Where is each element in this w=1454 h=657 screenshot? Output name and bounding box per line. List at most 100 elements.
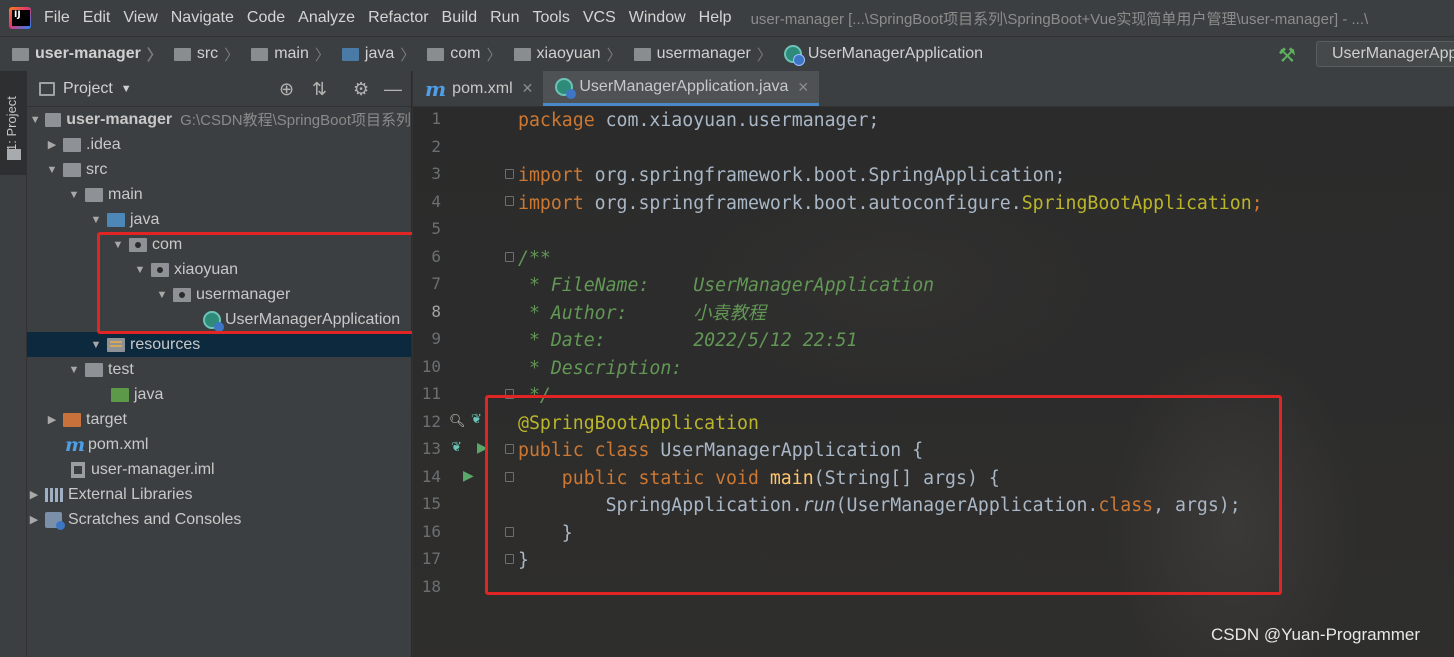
chevron-down-icon[interactable]: ▼ xyxy=(89,339,103,351)
breadcrumb-main[interactable]: main 〉 xyxy=(239,44,330,65)
chevron-down-icon[interactable]: ▼ xyxy=(45,164,59,176)
menu-edit[interactable]: Edit xyxy=(83,9,111,27)
tree-item-src[interactable]: ▼ src xyxy=(27,157,411,182)
breadcrumb-src[interactable]: src 〉 xyxy=(162,44,239,65)
fold-icon[interactable] xyxy=(505,196,514,206)
build-hammer-icon[interactable]: ⚒ xyxy=(1278,43,1296,68)
run-class-icon[interactable]: ▶ xyxy=(477,439,488,456)
bean-search-icon[interactable]: 🔍︎ xyxy=(449,413,466,429)
menu-window[interactable]: Window xyxy=(629,9,686,27)
chevron-down-icon[interactable]: ▼ xyxy=(67,189,81,201)
package-icon xyxy=(427,47,445,61)
code-editor[interactable]: package com.xiaoyuan.usermanager; import… xyxy=(518,107,1448,657)
line-number: 15 xyxy=(421,494,441,513)
menu-tools[interactable]: Tools xyxy=(532,9,569,27)
collapse-all-icon[interactable]: ⇅ xyxy=(312,79,327,100)
maven-file-icon: m xyxy=(425,76,447,101)
chevron-down-icon[interactable]: ▼ xyxy=(133,264,147,276)
module-file-icon xyxy=(71,461,85,478)
menu-help[interactable]: Help xyxy=(699,9,732,27)
tree-item-label: java xyxy=(130,210,160,228)
menu-build[interactable]: Build xyxy=(442,9,478,27)
excluded-folder-icon xyxy=(63,412,81,427)
fold-icon[interactable] xyxy=(505,527,514,537)
fold-icon[interactable] xyxy=(505,252,514,262)
fold-icon[interactable] xyxy=(505,169,514,179)
breadcrumb-usermanager[interactable]: usermanager 〉 xyxy=(622,44,772,65)
tree-item-label: test xyxy=(108,360,134,378)
spring-bean-icon[interactable]: ❦ xyxy=(471,411,482,427)
chevron-right-icon[interactable]: ▶ xyxy=(45,413,59,426)
chevron-right-icon[interactable]: ▶ xyxy=(45,138,59,151)
tree-item-label: Scratches and Consoles xyxy=(68,510,242,528)
tree-item-scratches[interactable]: ▶ Scratches and Consoles xyxy=(27,507,411,532)
chevron-down-icon[interactable]: ▼ xyxy=(121,83,132,95)
locate-target-icon[interactable]: ⊕ xyxy=(279,79,294,100)
code-token: UserManagerApplication { xyxy=(649,440,924,461)
tree-item-usermanager[interactable]: ▼ usermanager xyxy=(27,282,411,307)
run-configuration-select[interactable]: UserManagerApplication xyxy=(1316,41,1454,67)
menu-refactor[interactable]: Refactor xyxy=(368,9,428,27)
menu-code[interactable]: Code xyxy=(247,9,285,27)
fold-icon[interactable] xyxy=(505,554,514,564)
tree-item-external-libraries[interactable]: ▶ External Libraries xyxy=(27,482,411,507)
project-view-selector[interactable]: Project xyxy=(63,80,113,98)
menu-file[interactable]: File xyxy=(44,9,70,27)
tree-item-iml[interactable]: user-manager.iml xyxy=(27,457,411,482)
chevron-right-icon: 〉 xyxy=(224,46,240,64)
chevron-down-icon[interactable]: ▼ xyxy=(89,214,103,226)
code-token: * Date: xyxy=(518,330,606,351)
line-number: 5 xyxy=(431,219,441,238)
tree-item-main[interactable]: ▼ main xyxy=(27,182,411,207)
tab-label: UserManagerApplication.java xyxy=(579,78,789,95)
chevron-down-icon[interactable]: ▼ xyxy=(29,114,41,126)
tree-item-test[interactable]: ▼ test xyxy=(27,357,411,382)
run-main-icon[interactable]: ▶ xyxy=(463,467,474,484)
chevron-down-icon[interactable]: ▼ xyxy=(111,239,125,251)
tree-item-app-class[interactable]: UserManagerApplication xyxy=(27,307,411,332)
hide-panel-icon[interactable]: — xyxy=(384,79,402,100)
tree-item-xiaoyuan[interactable]: ▼ xiaoyuan xyxy=(27,257,411,282)
tree-item-label: xiaoyuan xyxy=(174,260,239,278)
chevron-down-icon[interactable]: ▼ xyxy=(67,364,81,376)
project-tool-tab[interactable]: 1: Project xyxy=(0,71,27,175)
chevron-right-icon: 〉 xyxy=(756,46,772,64)
breadcrumb-label: src xyxy=(196,45,219,62)
fold-icon[interactable] xyxy=(505,389,514,399)
fold-icon[interactable] xyxy=(505,444,514,454)
code-token: com.xiaoyuan.usermanager; xyxy=(594,110,880,131)
menu-analyze[interactable]: Analyze xyxy=(298,9,355,27)
gear-icon[interactable]: ⚙ xyxy=(353,79,369,100)
tree-item-pom[interactable]: m pom.xml xyxy=(27,432,411,457)
spring-boot-gutter-icon[interactable]: ❦ xyxy=(451,439,462,455)
spring-boot-class-icon xyxy=(555,78,577,99)
breadcrumb-com[interactable]: com 〉 xyxy=(415,44,502,65)
tree-item-idea[interactable]: ▶ .idea xyxy=(27,132,411,157)
chevron-down-icon[interactable]: ▼ xyxy=(155,289,169,301)
tab-user-manager-application[interactable]: UserManagerApplication.java ✕ xyxy=(543,71,820,106)
breadcrumb-label: xiaoyuan xyxy=(536,45,601,62)
close-icon[interactable]: ✕ xyxy=(522,80,534,97)
tree-item-test-java[interactable]: java xyxy=(27,382,411,407)
tree-item-resources[interactable]: ▼ resources xyxy=(27,332,411,357)
intellij-logo-icon[interactable] xyxy=(9,7,31,29)
line-number: 4 xyxy=(431,192,441,211)
tree-item-com[interactable]: ▼ com xyxy=(27,232,411,257)
breadcrumb-project[interactable]: user-manager 〉 xyxy=(0,44,162,65)
fold-icon[interactable] xyxy=(505,472,514,482)
close-icon[interactable]: ✕ xyxy=(797,79,809,96)
breadcrumb-java[interactable]: java 〉 xyxy=(330,44,415,65)
tree-item-java[interactable]: ▼ java xyxy=(27,207,411,232)
breadcrumb-xiaoyuan[interactable]: xiaoyuan 〉 xyxy=(502,44,622,65)
chevron-right-icon[interactable]: ▶ xyxy=(27,488,41,501)
breadcrumb-class[interactable]: UserManagerApplication xyxy=(772,45,983,66)
chevron-right-icon[interactable]: ▶ xyxy=(27,513,41,526)
tree-item-target[interactable]: ▶ target xyxy=(27,407,411,432)
menu-view[interactable]: View xyxy=(123,9,157,27)
tab-pom-xml[interactable]: m pom.xml ✕ xyxy=(413,71,543,106)
chevron-right-icon: 〉 xyxy=(314,46,330,64)
menu-vcs[interactable]: VCS xyxy=(583,9,616,27)
menu-run[interactable]: Run xyxy=(490,9,519,27)
menu-navigate[interactable]: Navigate xyxy=(171,9,234,27)
tree-item-root[interactable]: ▼ user-manager G:\CSDN教程\SpringBoot项目系列 xyxy=(27,107,411,132)
